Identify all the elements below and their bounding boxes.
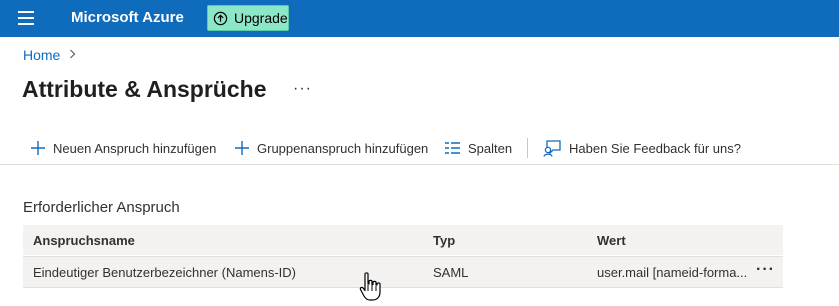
table-header: Anspruchsname Typ Wert [23, 225, 783, 255]
breadcrumb-home-link[interactable]: Home [23, 47, 60, 63]
arrow-up-circle-icon [213, 11, 228, 25]
column-header-type[interactable]: Typ [433, 233, 455, 248]
add-claim-button[interactable]: Neuen Anspruch hinzufügen [30, 137, 216, 159]
command-bar: Neuen Anspruch hinzufügen Gruppenanspruc… [0, 132, 839, 165]
feedback-icon [543, 140, 561, 157]
column-header-name[interactable]: Anspruchsname [33, 233, 135, 248]
table-row[interactable]: Eindeutiger Benutzerbezeichner (Namens-I… [23, 256, 783, 288]
plus-icon [235, 141, 249, 155]
columns-button[interactable]: Spalten [444, 137, 512, 159]
row-more-options-icon[interactable]: ··· [756, 261, 775, 279]
hamburger-icon[interactable] [18, 11, 34, 25]
upgrade-label: Upgrade [234, 10, 288, 26]
feedback-button[interactable]: Haben Sie Feedback für uns? [543, 137, 741, 159]
feedback-label: Haben Sie Feedback für uns? [569, 140, 741, 156]
claim-name-cell[interactable]: Eindeutiger Benutzerbezeichner (Namens-I… [33, 265, 296, 280]
upgrade-button[interactable]: Upgrade [207, 5, 289, 31]
add-group-claim-label: Gruppenanspruch hinzufügen [257, 140, 429, 156]
breadcrumb: Home [23, 47, 76, 63]
hand-pointer-icon [359, 272, 381, 301]
brand-title[interactable]: Microsoft Azure [71, 9, 184, 26]
top-bar: Microsoft Azure Upgrade [0, 0, 839, 37]
columns-icon [445, 142, 460, 154]
toolbar-divider [527, 138, 528, 158]
section-title: Erforderlicher Anspruch [23, 199, 180, 216]
claim-type-cell: SAML [433, 265, 469, 280]
column-header-value[interactable]: Wert [597, 233, 626, 248]
add-group-claim-button[interactable]: Gruppenanspruch hinzufügen [234, 137, 428, 159]
claim-value-cell: user.mail [nameid-forma... [597, 265, 748, 280]
more-options-icon[interactable]: ··· [293, 80, 312, 98]
add-claim-label: Neuen Anspruch hinzufügen [53, 140, 217, 156]
page-title: Attribute & Ansprüche [22, 76, 267, 102]
plus-icon [31, 141, 45, 155]
columns-label: Spalten [468, 140, 513, 156]
chevron-right-icon [69, 48, 76, 62]
claims-table: Anspruchsname Typ Wert Eindeutiger Benut… [23, 225, 783, 288]
